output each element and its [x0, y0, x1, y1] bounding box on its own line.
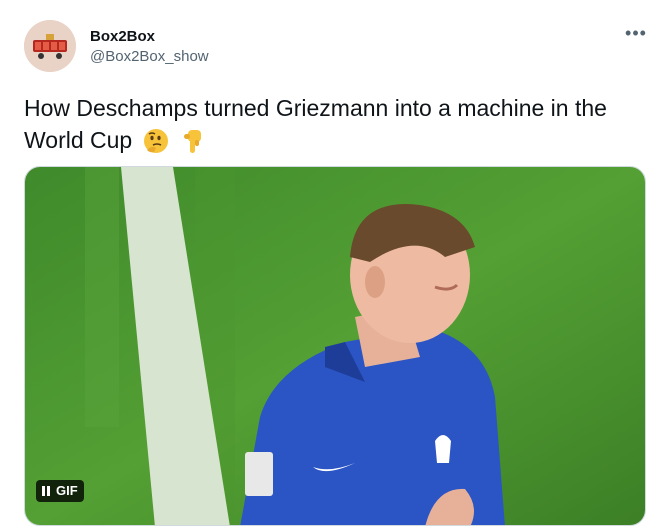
- gif-badge[interactable]: GIF: [36, 480, 84, 502]
- avatar[interactable]: [24, 20, 76, 72]
- box2box-logo: [24, 20, 76, 72]
- pause-icon[interactable]: [42, 486, 50, 496]
- tweet-text: How Deschamps turned Griezmann into a ma…: [24, 92, 634, 162]
- author-handle[interactable]: @Box2Box_show: [90, 48, 209, 65]
- gif-frame: [25, 167, 645, 525]
- tweet-body: How Deschamps turned Griezmann into a ma…: [24, 95, 607, 153]
- gif-label: GIF: [56, 483, 78, 498]
- more-options-icon[interactable]: •••: [622, 24, 650, 44]
- backhand-index-pointing-down-icon: [179, 128, 205, 162]
- thinking-face-icon: [143, 128, 169, 162]
- author-name[interactable]: Box2Box: [90, 28, 155, 45]
- media-gif[interactable]: [24, 166, 646, 526]
